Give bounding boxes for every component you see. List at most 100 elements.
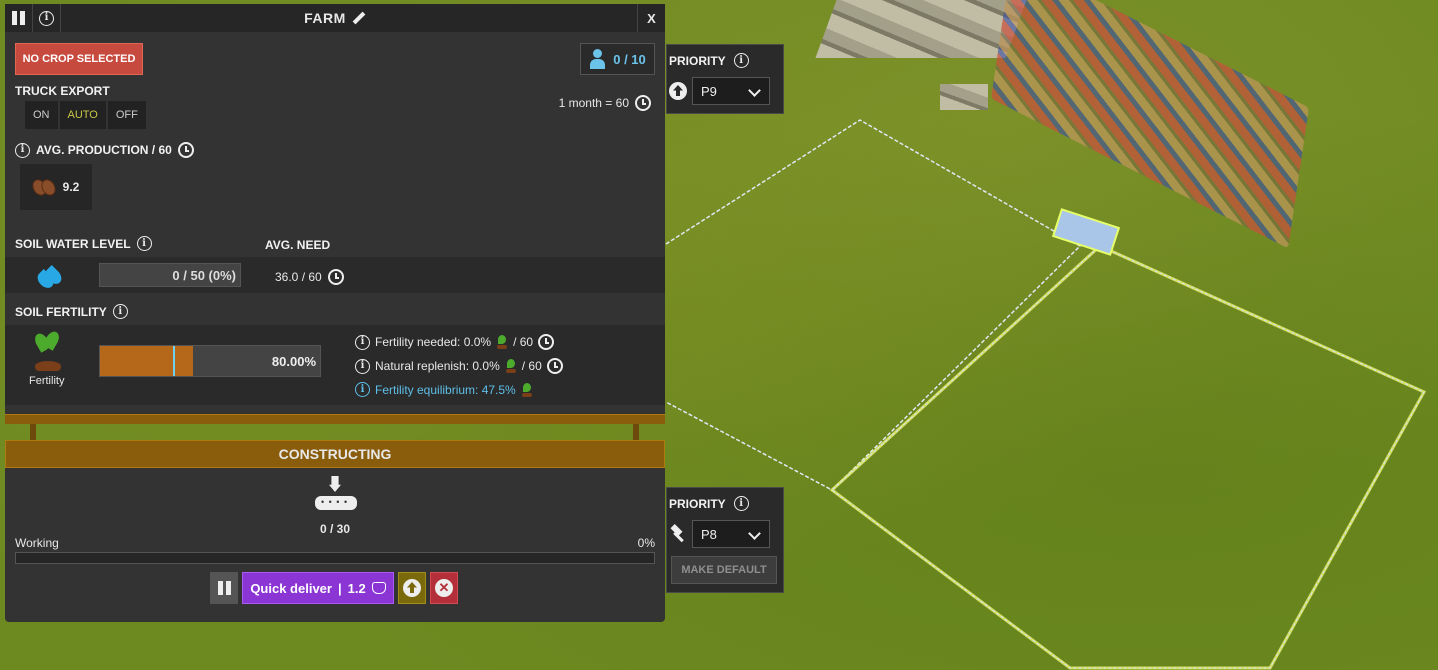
farm-plot-outline-left	[665, 119, 1082, 491]
info-icon[interactable]: i	[355, 382, 370, 397]
priority-select[interactable]: P8	[692, 520, 770, 548]
working-percent: 0%	[637, 536, 655, 550]
fertility-icon	[505, 359, 517, 373]
hammer-icon	[670, 525, 688, 543]
truck-export-toggle: ON AUTO OFF	[25, 101, 146, 129]
fertility-equilibrium-text: Fertility equilibrium: 47.5%	[375, 382, 516, 397]
farm-building-marker	[1051, 208, 1121, 256]
info-icon: i	[39, 10, 54, 26]
chevron-down-icon	[748, 84, 761, 97]
soil-water-row: 0 / 50 (0%) 36.0 / 60	[5, 257, 665, 293]
working-progress-bar	[15, 552, 655, 564]
arrow-up-icon	[403, 579, 421, 597]
truck-export-off[interactable]: OFF	[107, 101, 146, 129]
natural-replenish-suffix: / 60	[521, 359, 542, 373]
clock-icon	[538, 334, 555, 350]
construct-materials-count: 0 / 30	[319, 522, 351, 536]
cancel-construction-button[interactable]: ✕	[430, 572, 458, 604]
soil-fertility-row: Fertility 80.00% i Fertility needed: 0.0…	[5, 325, 665, 405]
info-icon[interactable]: i	[733, 496, 749, 511]
arrow-up-icon	[669, 82, 687, 100]
unity-icon	[371, 582, 386, 594]
quick-deliver-button[interactable]: Quick deliver | 1.2	[242, 572, 394, 604]
truck-export-on[interactable]: ON	[25, 101, 58, 129]
priority-heading: PRIORITY i	[669, 496, 749, 511]
fertility-icon	[496, 335, 508, 349]
clock-icon	[635, 95, 651, 111]
fertility-equilibrium-line: i Fertility equilibrium: 47.5%	[355, 382, 533, 397]
delivery-conveyor-icon	[315, 476, 357, 514]
priority-heading: PRIORITY i	[669, 53, 749, 68]
water-drop-icon	[34, 263, 65, 291]
info-icon[interactable]: i	[355, 334, 370, 350]
fertility-bar: 80.00%	[99, 345, 321, 377]
soil-fertility-heading: SOIL FERTILITY i	[15, 304, 128, 319]
farm-plot-outline-selected-inner	[831, 245, 1425, 669]
chevron-down-icon	[748, 527, 761, 540]
priority-value: P9	[701, 83, 717, 99]
truck-export-label: TRUCK EXPORT	[15, 84, 110, 98]
clock-icon	[546, 358, 563, 374]
farm-panel-bottom-strip	[5, 414, 665, 424]
fertility-needed-suffix: / 60	[513, 335, 534, 349]
avg-production-label: AVG. PRODUCTION / 60	[36, 143, 172, 157]
fertility-needed-text: Fertility needed: 0.0%	[375, 335, 492, 349]
farm-panel: i FARM X NO CROP SELECTED 0 / 10 TRUCK E…	[5, 4, 665, 424]
priority-popup-bottom: PRIORITY i P8 MAKE DEFAULT	[666, 487, 784, 593]
construct-pause-button[interactable]	[210, 572, 238, 604]
info-icon[interactable]: i	[112, 304, 128, 319]
make-default-button[interactable]: MAKE DEFAULT	[671, 556, 777, 584]
fertility-needed-line: i Fertility needed: 0.0% / 60	[355, 334, 555, 350]
panel-connector-right	[633, 424, 639, 440]
info-icon[interactable]: i	[355, 358, 370, 374]
pause-button[interactable]	[5, 4, 33, 32]
month-note-text: 1 month = 60	[558, 96, 629, 110]
info-button[interactable]: i	[33, 4, 61, 32]
panel-connector-left	[30, 424, 36, 440]
soil-water-bar: 0 / 50 (0%)	[99, 263, 241, 287]
fertility-icon	[31, 329, 65, 371]
quick-deliver-label: Quick deliver	[250, 580, 332, 596]
constructing-header: CONSTRUCTING	[5, 440, 665, 468]
soil-fertility-label: SOIL FERTILITY	[15, 304, 107, 319]
fertility-equilibrium-marker	[173, 346, 176, 376]
soil-water-heading: SOIL WATER LEVEL i	[15, 236, 152, 251]
prioritize-button[interactable]	[398, 572, 426, 604]
info-icon[interactable]: i	[733, 53, 749, 68]
fertility-icon	[521, 382, 533, 397]
natural-replenish-line: i Natural replenish: 0.0% / 60	[355, 358, 563, 374]
close-icon: X	[647, 10, 656, 26]
priority-label: PRIORITY	[669, 496, 726, 511]
fertility-caption: Fertility	[29, 375, 65, 387]
truck-export-auto[interactable]: AUTO	[59, 101, 106, 129]
potato-icon	[33, 179, 55, 195]
priority-label: PRIORITY	[669, 53, 726, 68]
avg-need-label: AVG. NEED	[265, 238, 331, 252]
construct-controls: Quick deliver | 1.2 ✕	[210, 572, 458, 604]
priority-value: P8	[701, 526, 717, 542]
farm-title: FARM	[304, 10, 346, 26]
avg-production-heading: i AVG. PRODUCTION / 60	[15, 142, 194, 158]
pause-icon	[217, 581, 231, 595]
natural-replenish-text: Natural replenish: 0.0%	[375, 359, 500, 373]
priority-popup-top: PRIORITY i P9	[666, 44, 784, 114]
pause-icon	[12, 11, 25, 25]
info-icon[interactable]: i	[136, 236, 152, 251]
farm-plot-outline-selected	[829, 244, 1427, 670]
priority-select[interactable]: P9	[692, 77, 770, 105]
clock-icon	[327, 269, 344, 285]
construct-panel: CONSTRUCTING 0 / 30 Working 0% Quick del…	[5, 440, 665, 622]
avg-need-value-wrap: 36.0 / 60	[275, 269, 344, 285]
farm-panel-header: i FARM X	[5, 4, 665, 32]
info-icon[interactable]: i	[15, 142, 30, 158]
close-button[interactable]: X	[637, 4, 665, 32]
soil-water-label: SOIL WATER LEVEL	[15, 236, 131, 251]
workers-count: 0 / 10	[613, 51, 646, 67]
workers-badge[interactable]: 0 / 10	[580, 43, 655, 75]
fertility-bar-fill	[100, 346, 194, 376]
production-tile[interactable]: 9.2	[20, 164, 92, 210]
no-crop-selected-button[interactable]: NO CROP SELECTED	[15, 43, 143, 75]
quick-deliver-cost: 1.2	[347, 580, 366, 596]
edit-name-icon[interactable]	[352, 11, 366, 25]
clock-icon	[177, 142, 194, 158]
